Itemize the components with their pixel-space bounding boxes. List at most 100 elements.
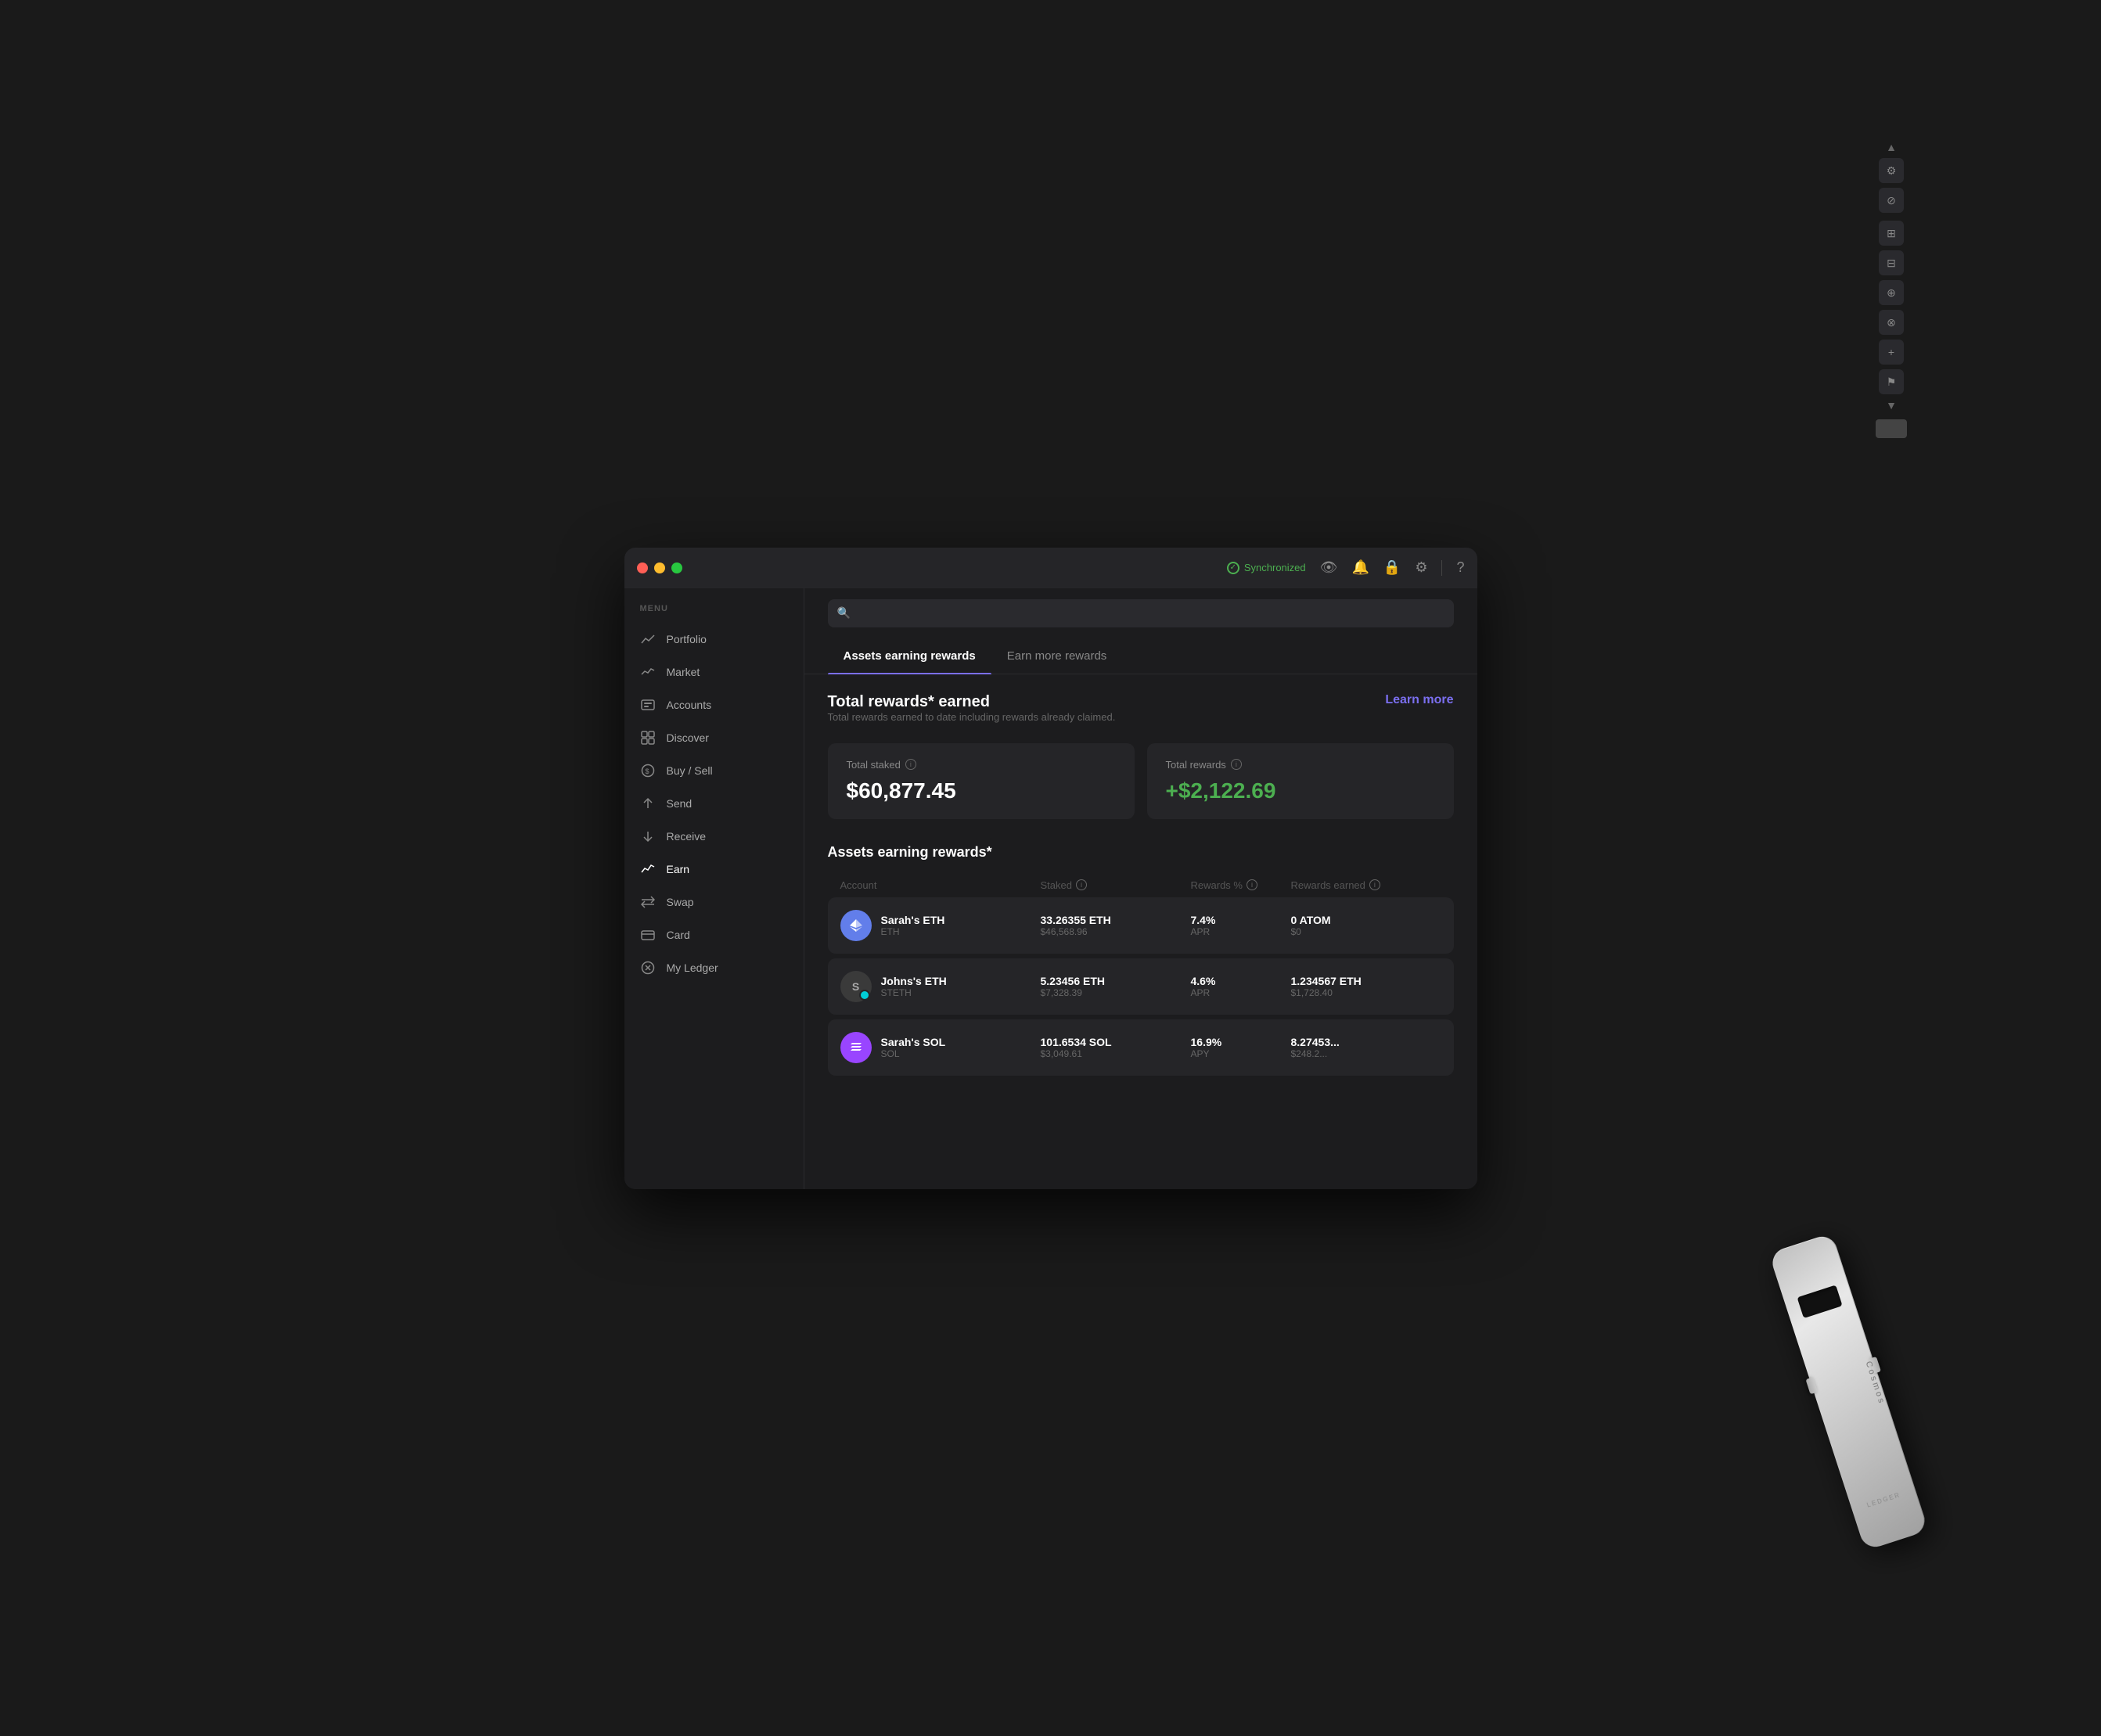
bell-icon[interactable]: 🔔 xyxy=(1352,559,1369,576)
main-layout: MENU Portfolio Market xyxy=(624,588,1477,1189)
close-button[interactable] xyxy=(637,562,648,573)
tab-assets-earning[interactable]: Assets earning rewards xyxy=(828,638,991,674)
right-panel: ▲ ⚙ ⊘ ⊞ ⊟ ⊕ ⊗ + ⚑ ▼ xyxy=(1876,141,1907,438)
portfolio-label: Portfolio xyxy=(667,633,707,645)
receive-icon xyxy=(640,828,656,844)
sidebar-item-send[interactable]: Send xyxy=(624,787,804,820)
branch-icon: ⊕ xyxy=(1879,280,1904,305)
earn-icon xyxy=(640,861,656,877)
sol-rewards-pct: 16.9% APY xyxy=(1191,1036,1291,1059)
sidebar: MENU Portfolio Market xyxy=(624,588,804,1189)
total-rewards-title: Total rewards* earned Total rewards earn… xyxy=(828,693,1116,739)
card-label: Card xyxy=(667,929,690,941)
swap-label: Swap xyxy=(667,896,694,908)
rewards-pct-info-icon[interactable]: i xyxy=(1247,879,1257,890)
buy-sell-icon: $ xyxy=(640,763,656,778)
assets-title: Assets earning rewards* xyxy=(828,844,1454,861)
col-account: Account xyxy=(840,879,1041,891)
total-rewards-card: Total rewards i +$2,122.69 xyxy=(1147,743,1454,819)
search-icon: 🔍 xyxy=(837,606,851,620)
sidebar-item-earn[interactable]: Earn xyxy=(624,853,804,886)
eth-staked: 33.26355 ETH $46,568.96 xyxy=(1041,914,1191,937)
eye-icon[interactable]: 👁 xyxy=(1320,559,1338,576)
lock-icon[interactable]: 🔒 xyxy=(1383,559,1401,576)
eth-rewards-earned: 0 ATOM $0 xyxy=(1291,914,1441,937)
steth-rewards-pct: 4.6% APR xyxy=(1191,975,1291,998)
table-row[interactable]: S Johns's ETH STETH 5.23456 ETH $7,328.3… xyxy=(828,958,1454,1015)
eth-account-details: Sarah's ETH ETH xyxy=(881,914,945,937)
svg-text:$: $ xyxy=(645,767,649,775)
total-rewards-label: Total rewards i xyxy=(1166,759,1435,771)
rewards-table: Account Staked i Rewards % i Rewards ear… xyxy=(828,873,1454,1076)
search-bar[interactable]: 🔍 xyxy=(828,599,1454,627)
sidebar-item-card[interactable]: Card xyxy=(624,918,804,951)
staked-info-icon[interactable]: i xyxy=(1076,879,1087,890)
menu-label: MENU xyxy=(624,604,804,623)
my-ledger-label: My Ledger xyxy=(667,961,718,974)
sidebar-item-buy-sell[interactable]: $ Buy / Sell xyxy=(624,754,804,787)
discover-icon xyxy=(640,730,656,746)
titlebar-actions: ✓ Synchronized 👁 🔔 🔒 ⚙ ? xyxy=(1227,559,1465,576)
total-staked-info-icon[interactable]: i xyxy=(905,759,916,770)
learn-more-button[interactable]: Learn more xyxy=(1385,693,1453,707)
col-staked: Staked i xyxy=(1041,879,1191,891)
asset-info-steth: S Johns's ETH STETH xyxy=(840,971,1041,1002)
table-row[interactable]: Sarah's ETH ETH 33.26355 ETH $46,568.96 … xyxy=(828,897,1454,954)
stats-row: Total staked i $60,877.45 Total rewards … xyxy=(828,743,1454,819)
search-area: 🔍 xyxy=(804,588,1477,638)
ledger-nano-body: Cosmos LEDGER xyxy=(1768,1233,1928,1551)
sync-label: Synchronized xyxy=(1244,562,1306,573)
asset-info-sol: Sarah's SOL SOL xyxy=(840,1032,1041,1063)
steth-avatar: S xyxy=(840,971,872,1002)
sidebar-item-accounts[interactable]: Accounts xyxy=(624,688,804,721)
total-rewards-value: +$2,122.69 xyxy=(1166,778,1435,803)
settings-icon: ⚙ xyxy=(1879,158,1904,183)
total-rewards-info-icon[interactable]: i xyxy=(1231,759,1242,770)
sync-status: ✓ Synchronized xyxy=(1227,562,1306,574)
main-content: 🔍 Assets earning rewards Earn more rewar… xyxy=(804,588,1477,1189)
eth-rewards-pct: 7.4% APR xyxy=(1191,914,1291,937)
gear-icon[interactable]: ⚙ xyxy=(1415,559,1427,576)
add-icon: + xyxy=(1879,340,1904,365)
sidebar-item-my-ledger[interactable]: My Ledger xyxy=(624,951,804,984)
rewards-earned-info-icon[interactable]: i xyxy=(1369,879,1380,890)
earn-label: Earn xyxy=(667,863,690,875)
sol-staked: 101.6534 SOL $3,049.61 xyxy=(1041,1036,1191,1059)
accounts-label: Accounts xyxy=(667,699,712,711)
sol-rewards-earned: 8.27453... $248.2... xyxy=(1291,1036,1441,1059)
discover-label: Discover xyxy=(667,731,709,744)
sidebar-item-swap[interactable]: Swap xyxy=(624,886,804,918)
ledger-right-button xyxy=(1869,1357,1881,1374)
help-icon[interactable]: ? xyxy=(1456,559,1464,576)
total-rewards-header: Total rewards* earned Total rewards earn… xyxy=(828,693,1454,739)
market-label: Market xyxy=(667,666,700,678)
total-staked-label: Total staked i xyxy=(847,759,1116,771)
minimize-button[interactable] xyxy=(654,562,665,573)
tab-earn-more[interactable]: Earn more rewards xyxy=(991,638,1123,674)
chevron-up-icon: ▲ xyxy=(1886,141,1897,153)
chevron-down-icon: ▼ xyxy=(1886,399,1897,412)
accounts-icon xyxy=(640,697,656,713)
titlebar: ✓ Synchronized 👁 🔔 🔒 ⚙ ? xyxy=(624,548,1477,588)
sidebar-item-discover[interactable]: Discover xyxy=(624,721,804,754)
market-icon xyxy=(640,664,656,680)
col-rewards-pct: Rewards % i xyxy=(1191,879,1291,891)
app-window: ✓ Synchronized 👁 🔔 🔒 ⚙ ? MENU xyxy=(624,548,1477,1189)
buy-sell-label: Buy / Sell xyxy=(667,764,713,777)
block-icon: ⊘ xyxy=(1879,188,1904,213)
grid-icon: ⊞ xyxy=(1879,221,1904,246)
sol-avatar xyxy=(840,1032,872,1063)
table-row[interactable]: Sarah's SOL SOL 101.6534 SOL $3,049.61 1… xyxy=(828,1019,1454,1076)
send-label: Send xyxy=(667,797,693,810)
table-header: Account Staked i Rewards % i Rewards ear… xyxy=(828,873,1454,897)
sidebar-item-receive[interactable]: Receive xyxy=(624,820,804,853)
sidebar-item-portfolio[interactable]: Portfolio xyxy=(624,623,804,656)
maximize-button[interactable] xyxy=(671,562,682,573)
asset-info-eth: Sarah's ETH ETH xyxy=(840,910,1041,941)
tab-bar: Assets earning rewards Earn more rewards xyxy=(804,638,1477,674)
nano-thumbnail xyxy=(1876,419,1907,438)
layers-icon: ⊟ xyxy=(1879,250,1904,275)
sidebar-item-market[interactable]: Market xyxy=(624,656,804,688)
eth-avatar xyxy=(840,910,872,941)
portfolio-icon xyxy=(640,631,656,647)
